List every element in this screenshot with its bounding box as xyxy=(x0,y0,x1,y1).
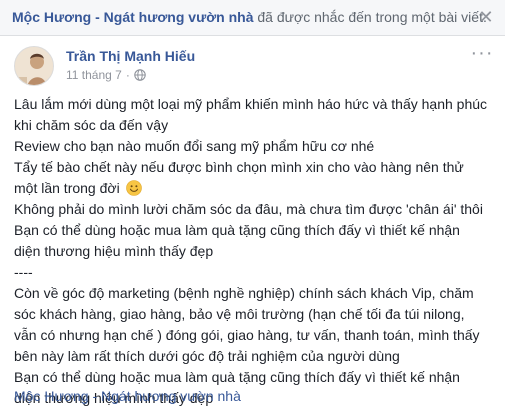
post-line: bên này làm rất thích dưới góc độ trải n… xyxy=(14,348,400,364)
post-line: Không phải do mình lười chăm sóc da đâu,… xyxy=(14,201,483,217)
post-line: khi chăm sóc da đến vậy xyxy=(14,117,169,133)
post-line-text: một lần trong đời xyxy=(14,180,120,196)
post-line: Lâu lắm mới dùng một loại mỹ phẩm khiến … xyxy=(14,96,488,112)
post-line: vẫn có nhưng hạn chế ) đóng gói, giao hà… xyxy=(14,327,480,343)
tagged-page-link[interactable]: Mộc Hương - Ngát hương vườn nhà xyxy=(14,388,241,404)
post-line: Bạn có thể dùng hoặc mua làm quà tặng cũ… xyxy=(14,369,460,385)
close-icon[interactable]: ✕ xyxy=(477,8,495,26)
post-author[interactable]: Trần Thị Mạnh Hiếu xyxy=(66,48,195,64)
mention-notification-bar: Mộc Hương - Ngát hương vườn nhà đã được … xyxy=(0,0,505,36)
avatar[interactable] xyxy=(14,46,54,86)
post-meta: 11 tháng 7 · xyxy=(66,68,146,84)
post-line: một lần trong đời xyxy=(14,178,496,199)
notification-page-subtitle[interactable]: Ngát hương vườn nhà xyxy=(104,9,254,25)
smile-emoji-icon xyxy=(125,180,142,196)
post-line: sóc khách hàng, giao hàng, bảo vệ môi tr… xyxy=(14,306,465,322)
avatar-image xyxy=(15,47,53,85)
tagged-page-name[interactable]: Mộc Hương xyxy=(14,388,89,404)
post-date[interactable]: 11 tháng 7 xyxy=(66,68,122,82)
tagged-page-separator: - xyxy=(92,388,98,404)
post-header: Trần Thị Mạnh Hiếu 11 tháng 7 · ··· xyxy=(14,43,494,90)
post-line: Bạn có thể dùng hoặc mua làm quà tặng cũ… xyxy=(14,222,460,238)
post-line: Review cho bạn nào muốn đổi sang mỹ phẩm… xyxy=(14,138,375,154)
post-body: Lâu lắm mới dùng một loại mỹ phẩm khiến … xyxy=(14,94,496,409)
notification-page-name[interactable]: Mộc Hương xyxy=(12,9,91,25)
notification-page-link[interactable]: Mộc Hương - Ngát hương vườn nhà xyxy=(12,9,254,25)
post-line: Tẩy tế bào chết này nếu được bình chọn m… xyxy=(14,159,464,175)
notification-text: Mộc Hương - Ngát hương vườn nhà đã được … xyxy=(12,9,487,25)
meta-dot: · xyxy=(125,68,130,82)
notification-separator: - xyxy=(95,9,100,25)
post-line: diện thương hiệu mình thấy đẹp xyxy=(14,243,214,259)
post-line: Còn về góc độ marketing (bệnh nghề nghiệ… xyxy=(14,285,474,301)
globe-icon[interactable] xyxy=(134,69,146,84)
notification-message: đã được nhắc đến trong một bài viết. xyxy=(257,9,487,25)
post-line: ---- xyxy=(14,264,33,280)
more-options-icon[interactable]: ··· xyxy=(470,43,494,64)
tagged-page-subtitle[interactable]: Ngát hương vườn nhà xyxy=(101,388,241,404)
